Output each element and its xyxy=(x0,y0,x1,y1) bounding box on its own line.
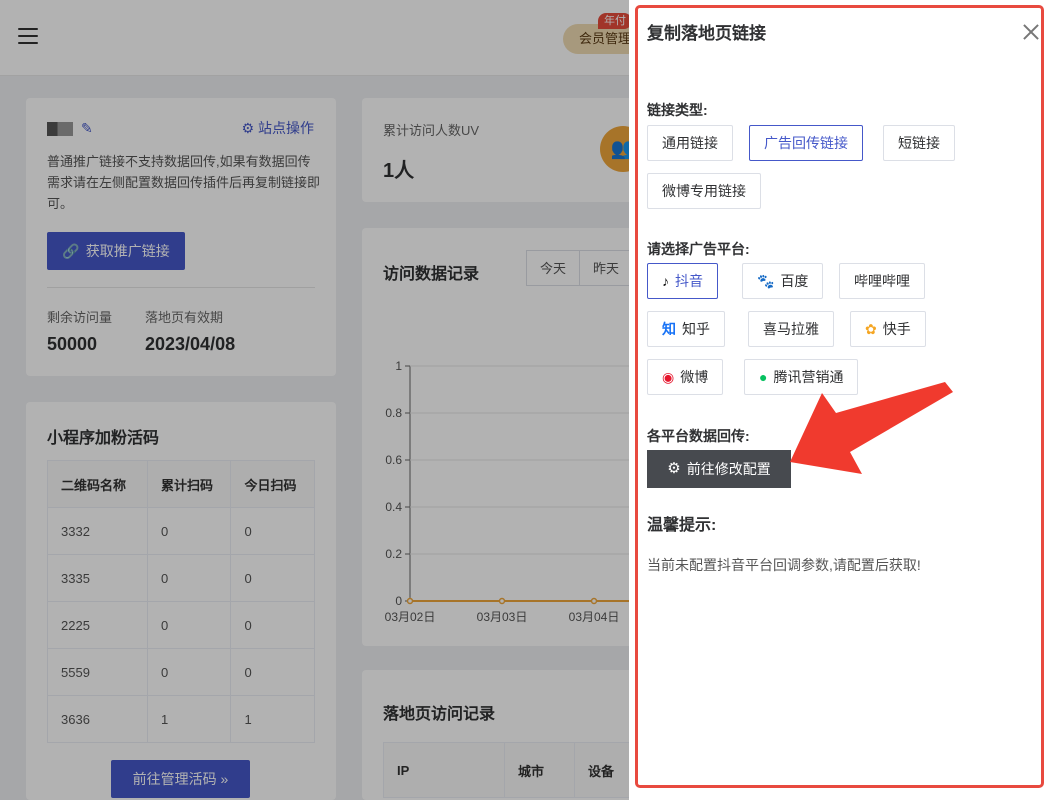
close-icon[interactable] xyxy=(1021,22,1041,42)
platform-label: 请选择广告平台: xyxy=(647,241,750,257)
platform-baidu-label: 百度 xyxy=(780,273,809,289)
highlight-outline xyxy=(635,5,1044,788)
tip-text: 当前未配置抖音平台回调参数,请配置后获取! xyxy=(647,557,921,573)
platform-weibo[interactable]: ◉ 微博 xyxy=(647,359,724,395)
tencent-icon: ● xyxy=(759,369,768,385)
link-type-weibo[interactable]: 微博专用链接 xyxy=(647,173,761,209)
platform-zhihu-label: 知乎 xyxy=(682,321,710,337)
platform-ximalaya[interactable]: 喜马拉雅 xyxy=(748,311,834,347)
weibo-icon: ◉ xyxy=(662,369,675,385)
gear-icon: ⚙ xyxy=(667,460,681,477)
platform-douyin-label: 抖音 xyxy=(675,273,703,289)
douyin-icon: ♪ xyxy=(662,273,669,289)
drawer-title: 复制落地页链接 xyxy=(647,24,766,43)
callback-label: 各平台数据回传: xyxy=(647,428,750,444)
zhihu-icon: 知 xyxy=(662,321,676,337)
platform-tencent-label: 腾讯营销通 xyxy=(773,369,844,385)
platform-weibo-label: 微博 xyxy=(680,369,709,385)
baidu-icon: 🐾 xyxy=(757,273,775,289)
kuaishou-icon: ✿ xyxy=(865,321,877,337)
modify-config-label: 前往修改配置 xyxy=(686,461,771,477)
link-type-short[interactable]: 短链接 xyxy=(883,125,955,161)
platform-kuaishou-label: 快手 xyxy=(882,321,911,337)
platform-zhihu[interactable]: 知知乎 xyxy=(647,311,725,347)
platform-bilibili[interactable]: 哔哩哔哩 xyxy=(839,263,925,299)
tip-title: 温馨提示: xyxy=(647,517,717,534)
platform-tencent[interactable]: ● 腾讯营销通 xyxy=(744,359,859,395)
modify-config-button[interactable]: ⚙ 前往修改配置 xyxy=(647,450,791,488)
link-type-label: 链接类型: xyxy=(647,102,708,118)
platform-douyin[interactable]: ♪ 抖音 xyxy=(647,263,718,299)
link-type-ad-callback[interactable]: 广告回传链接 xyxy=(749,125,863,161)
platform-baidu[interactable]: 🐾 百度 xyxy=(742,263,824,299)
platform-kuaishou[interactable]: ✿ 快手 xyxy=(850,311,926,347)
link-type-general[interactable]: 通用链接 xyxy=(647,125,733,161)
copy-link-drawer: 复制落地页链接 链接类型: 通用链接 广告回传链接 短链接 微博专用链接 请选择… xyxy=(629,0,1055,800)
